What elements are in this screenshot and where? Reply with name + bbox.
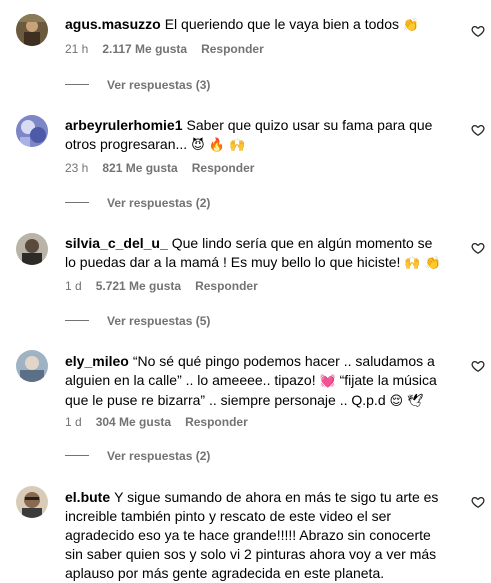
replies-divider [65, 455, 89, 457]
comment-username[interactable]: arbeyrulerhomie1 [65, 117, 183, 133]
comment-likes[interactable]: 2.117 Me gusta [102, 42, 187, 56]
comment-username[interactable]: agus.masuzzo [65, 16, 161, 32]
comment-emoji: 👏 [402, 18, 420, 33]
reply-button[interactable]: Responder [192, 161, 255, 175]
comment-emoji: 😌 🕊 [389, 394, 424, 409]
comment-username[interactable]: silvia_c_del_u_ [65, 235, 168, 251]
view-replies-button[interactable]: Ver respuestas (2) [65, 195, 210, 211]
view-replies-button[interactable]: Ver respuestas (5) [65, 313, 210, 329]
avatar[interactable] [16, 486, 48, 518]
replies-divider [65, 202, 89, 204]
view-replies-button[interactable]: Ver respuestas (3) [65, 77, 210, 93]
view-replies-label: Ver respuestas (2) [107, 196, 211, 210]
heart-outline-icon[interactable] [471, 123, 485, 137]
reply-button[interactable]: Responder [201, 42, 264, 56]
comment-time[interactable]: 23 h [65, 161, 88, 175]
avatar[interactable] [16, 350, 48, 382]
comment-text: arbeyrulerhomie1 Saber que quizo usar su … [65, 116, 443, 155]
comment-text: agus.masuzzo El queriendo que le vaya bie… [65, 15, 443, 35]
comment-emoji: 💓 [319, 374, 336, 389]
heart-outline-icon[interactable] [471, 495, 485, 509]
reply-button[interactable]: Responder [185, 415, 248, 429]
comment-likes[interactable]: 304 Me gusta [96, 415, 171, 429]
heart-outline-icon[interactable] [471, 241, 485, 255]
comment-text: el.bute Y sigue sumando de ahora en más t… [65, 488, 443, 583]
replies-divider [65, 320, 89, 322]
comment-text: ely_mileo “No sé qué pingo podemos hacer … [65, 352, 443, 411]
comment-time[interactable]: 1 d [65, 415, 82, 429]
comment-time[interactable]: 1 d [65, 279, 82, 293]
comment-meta: 1 d 5.721 Me gusta Responder [65, 278, 258, 294]
comment-meta: 23 h 821 Me gusta Responder [65, 160, 254, 176]
comment-meta: 21 h 2.117 Me gusta Responder [65, 41, 264, 57]
comment-text: silvia_c_del_u_ Que lindo sería que en al… [65, 234, 443, 273]
replies-divider [65, 84, 89, 86]
comment-likes[interactable]: 821 Me gusta [102, 161, 177, 175]
comment-username[interactable]: ely_mileo [65, 353, 129, 369]
reply-button[interactable]: Responder [195, 279, 258, 293]
view-replies-button[interactable]: Ver respuestas (2) [65, 448, 210, 464]
view-replies-label: Ver respuestas (2) [107, 449, 211, 463]
comment-emoji: 😈 🔥 🙌 [191, 138, 246, 153]
heart-outline-icon[interactable] [471, 24, 485, 38]
comment-likes[interactable]: 5.721 Me gusta [96, 279, 181, 293]
comment-message: Y sigue sumando de ahora en más te sigo … [65, 489, 439, 581]
comment-meta: 1 d 304 Me gusta Responder [65, 414, 248, 430]
avatar[interactable] [16, 115, 48, 147]
view-replies-label: Ver respuestas (3) [107, 78, 211, 92]
avatar[interactable] [16, 233, 48, 265]
comment-emoji: 🙌 👏 [404, 256, 441, 271]
comment-username[interactable]: el.bute [65, 489, 110, 505]
heart-outline-icon[interactable] [471, 359, 485, 373]
view-replies-label: Ver respuestas (5) [107, 314, 211, 328]
avatar[interactable] [16, 14, 48, 46]
comment-message: El queriendo que le vaya bien a todos [164, 16, 399, 32]
comment-time[interactable]: 21 h [65, 42, 88, 56]
